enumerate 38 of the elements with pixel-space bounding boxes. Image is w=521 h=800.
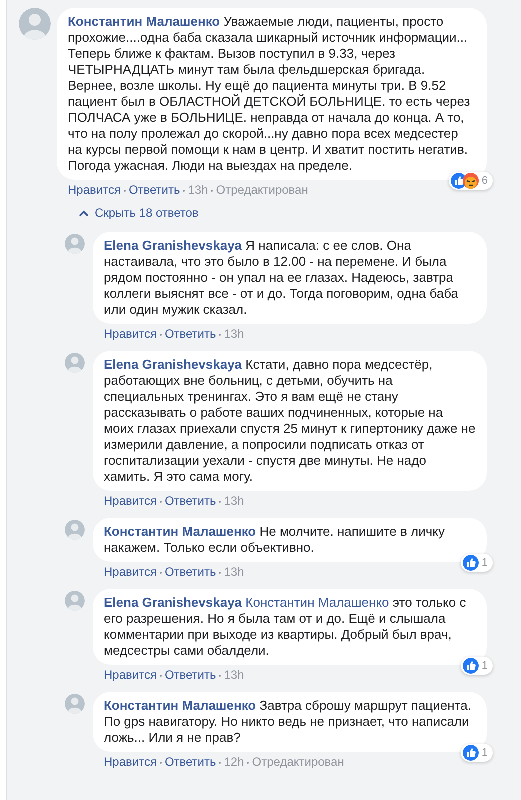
hide-replies-button[interactable]: Скрыть 18 ответов <box>79 204 199 222</box>
comment-text: Elena Granishevskaya Я написала: с ее слов. Она настаивала, что это было в 12.00 - на перемене. И была рядом постоянно - он упал на ее глазах. Надеюсь, завтра коллеги выяснят все - от и до. Тогда поговорим, одна баба или один мужик сказал. <box>104 238 460 318</box>
author-link[interactable]: Elena Granishevskaya <box>104 595 242 610</box>
reply-link[interactable]: Ответить <box>164 494 216 509</box>
mention-link[interactable]: Константин Малашенко <box>246 595 390 610</box>
avatar[interactable] <box>65 353 85 373</box>
avatar[interactable] <box>19 8 51 40</box>
chevron-icon <box>79 210 89 216</box>
author-link[interactable]: Константин Малашенко <box>68 14 220 29</box>
like-link[interactable]: Нравится <box>104 565 157 580</box>
like-link[interactable]: Нравится <box>104 755 157 770</box>
comment-text: Elena Granishevskaya Константин Малашенко это только с его разрешения. Но я была там от и до. Ещё и слышала комментарии при выходе из квартиры. Добрый был врач, медсестры сами обалдели. <box>104 595 468 659</box>
reply-link[interactable]: Ответить <box>128 183 180 198</box>
reaction-count: 1 <box>482 658 488 674</box>
reply-link[interactable]: Ответить <box>164 755 216 770</box>
comment-text: Elena Granishevskaya Кстати, давно пора медсестёр, работающих вне больниц, с детьми, обучить на специальных тренингах. Это я вам ещё не стану рассказывать о работе ваших подчиненных, которые на моих глазах приехали спустя 25 минут к гипертонику даже не измерили давление, а попросили подписать отказ от госпитализации уехали - спустя две минуты. Не надо хамить. Я это сама могу. <box>104 357 476 485</box>
like-link[interactable]: Нравится <box>104 327 157 342</box>
avatar[interactable] <box>65 694 85 714</box>
reaction-count: 1 <box>482 556 488 570</box>
like-link[interactable]: Нравится <box>68 183 121 198</box>
comment-text: Константин Малашенко Уважаемые люди, пациенты, просто прохожие....одна баба сказала шикарный источник информации... Теперь ближе к фактам. Вызов поступил в 9.33, через ЧЕТЫРНАДЦАТЬ минут там была фельдшерская бригада. Вернее, возле школы. Ну ещё до пациента минуты три. В 9.52 пациент был в ОБЛАСТНОЙ ДЕТСКОЙ БОЛЬНИЦЕ. то есть через ПОЛЧАСА уже в БОЛЬНИЦЕ. неправда от начала до конца. А то, что на полу пролежал до скорой...ну давно пора всех медсестер на курсы первой помощи к нам в центр. И хватит постить негатив. Погода ужасная. Люди на выездах на пределе. <box>68 14 472 174</box>
author-link[interactable]: Константин Малашенко <box>104 524 256 539</box>
reply-link[interactable]: Ответить <box>164 565 216 580</box>
reply-link[interactable]: Ответить <box>164 327 216 342</box>
reply-link[interactable]: Ответить <box>164 668 216 683</box>
reaction-count: 1 <box>482 746 488 760</box>
angry-face-icon <box>462 172 479 189</box>
reaction-count: 6 <box>482 174 488 188</box>
avatar[interactable] <box>65 520 85 540</box>
like-link[interactable]: Нравится <box>104 668 157 683</box>
comment-text: Константин Малашенко Не молчите. напишите в личку накажем. Только если объективно. <box>104 524 446 556</box>
author-link[interactable]: Константин Малашенко <box>104 698 256 713</box>
author-link[interactable]: Elena Granishevskaya <box>104 238 242 253</box>
comment-text: Константин Малашенко Завтра сброшу маршрут пациента. По gps навигатору. Но никто ведь не признает, что написали ложь... Или я не прав? <box>104 698 472 746</box>
author-link[interactable]: Elena Granishevskaya <box>104 357 242 372</box>
avatar[interactable] <box>65 234 85 254</box>
avatar[interactable] <box>65 591 85 611</box>
like-link[interactable]: Нравится <box>104 494 157 509</box>
